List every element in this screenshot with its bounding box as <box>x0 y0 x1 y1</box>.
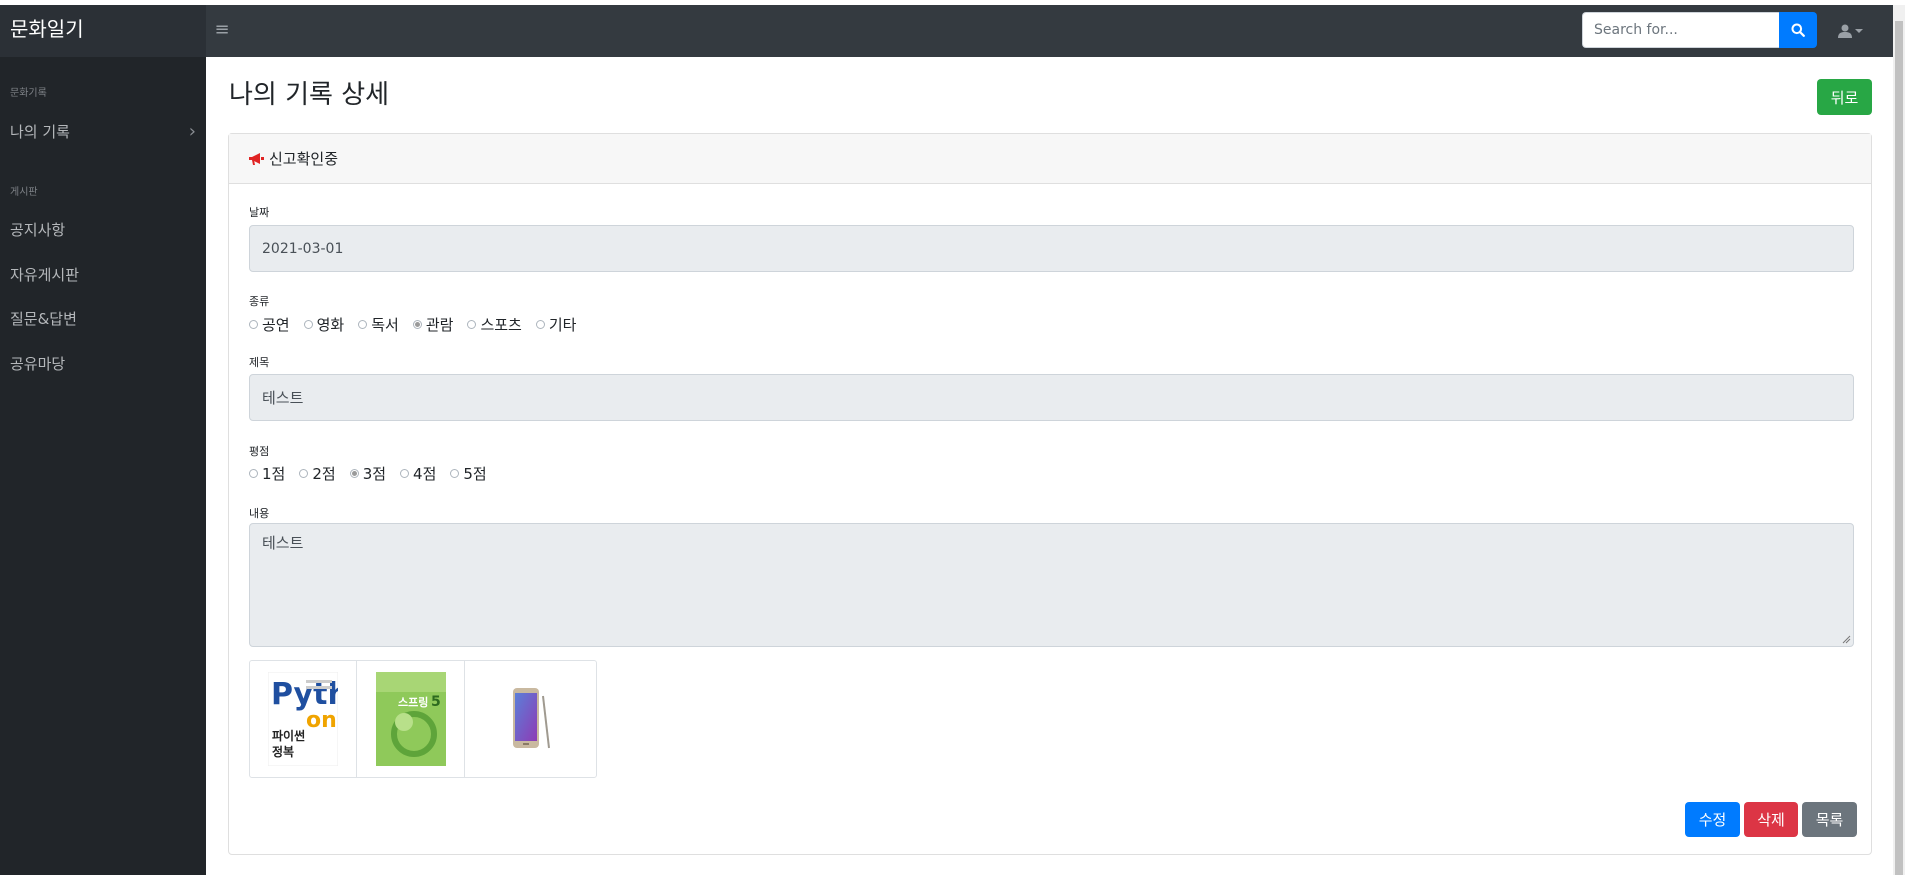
thumbnail-smartphone[interactable] <box>465 661 596 777</box>
title-label: 제목 <box>249 356 270 369</box>
top-navbar: 문화일기 ≡ <box>0 5 1893 57</box>
radio-label: 3점 <box>362 465 387 483</box>
sidebar-item-my-records[interactable]: 나의 기록 › <box>10 121 196 142</box>
sidebar-item-label: 자유게시판 <box>10 266 80 284</box>
radio-label: 스포츠 <box>480 316 522 334</box>
menu-toggle-icon[interactable]: ≡ <box>210 18 234 42</box>
svg-text:파이썬: 파이썬 <box>272 728 305 743</box>
content-label: 내용 <box>249 507 270 520</box>
radio-button[interactable] <box>535 320 545 329</box>
category-radio-movie[interactable]: 영화 <box>303 314 345 335</box>
resize-grip-icon[interactable] <box>1842 635 1851 644</box>
back-button[interactable]: 뒤로 <box>1817 79 1872 115</box>
radio-button[interactable] <box>358 320 368 329</box>
radio-label: 관람 <box>425 316 454 334</box>
search-icon <box>1791 23 1805 37</box>
radio-label: 영화 <box>316 316 345 334</box>
category-radio-performance[interactable]: 공연 <box>249 314 290 335</box>
delete-button[interactable]: 삭제 <box>1744 802 1798 837</box>
search-button[interactable] <box>1779 12 1817 48</box>
caret-down-icon <box>1855 29 1863 33</box>
sidebar-item-label: 공유마당 <box>10 355 66 373</box>
title-field[interactable]: 테스트 <box>249 374 1854 421</box>
radio-label: 공연 <box>262 316 290 334</box>
rating-radio-1[interactable]: 1점 <box>249 463 285 484</box>
thumbnail-python-book[interactable]: Pyth on 파이썬 정복 <box>250 661 358 777</box>
radio-button-checked[interactable] <box>412 320 422 329</box>
search-form <box>1582 12 1817 48</box>
category-radio-etc[interactable]: 기타 <box>535 314 577 335</box>
image-thumbnails: Pyth on 파이썬 정복 스프링 5 <box>249 660 597 778</box>
radio-button-checked[interactable] <box>349 469 359 478</box>
radio-button[interactable] <box>299 469 309 478</box>
chevron-right-icon: › <box>188 121 196 142</box>
search-input[interactable] <box>1582 12 1779 48</box>
svg-text:스프링: 스프링 <box>398 696 428 709</box>
rating-radio-5[interactable]: 5점 <box>450 463 487 484</box>
smartphone-image <box>513 688 551 749</box>
radio-label: 기타 <box>548 316 577 334</box>
sidebar-item-label: 공지사항 <box>10 221 66 239</box>
radio-button[interactable] <box>450 469 460 478</box>
sidebar-item-share[interactable]: 공유마당 <box>10 353 196 374</box>
python-book-cover: Pyth on 파이썬 정복 <box>268 672 339 766</box>
date-field[interactable]: 2021-03-01 <box>249 225 1854 272</box>
thumbnail-spring-book[interactable]: 스프링 5 <box>357 661 465 777</box>
status-text: 신고확인중 <box>269 150 339 168</box>
user-icon <box>1838 24 1852 38</box>
sidebar-item-qna[interactable]: 질문&답변 <box>10 308 196 329</box>
sidebar-item-label: 질문&답변 <box>10 310 77 328</box>
main-content: 나의 기록 상세 뒤로 신고확인중 날짜 2021-03-01 종류 공연 영화… <box>206 57 1893 875</box>
list-button[interactable]: 목록 <box>1802 802 1857 837</box>
category-label: 종류 <box>249 295 270 308</box>
radio-button[interactable] <box>249 469 258 478</box>
svg-text:5: 5 <box>431 694 441 710</box>
sidebar-heading-records: 문화기록 <box>10 88 47 99</box>
date-label: 날짜 <box>249 206 270 219</box>
radio-button[interactable] <box>467 320 477 329</box>
sidebar-item-free-board[interactable]: 자유게시판 <box>10 264 196 285</box>
scrollbar-thumb[interactable] <box>1895 21 1903 875</box>
content-textarea[interactable]: 테스트 <box>249 523 1854 647</box>
edit-button[interactable]: 수정 <box>1685 802 1740 837</box>
category-radio-reading[interactable]: 독서 <box>358 314 399 335</box>
category-radio-sports[interactable]: 스포츠 <box>467 314 522 335</box>
sidebar-item-notice[interactable]: 공지사항 <box>10 219 196 240</box>
radio-label: 독서 <box>371 316 399 334</box>
radio-button[interactable] <box>400 469 410 478</box>
page-title: 나의 기록 상세 <box>229 80 390 110</box>
radio-label: 2점 <box>312 465 336 483</box>
rating-radio-2[interactable]: 2점 <box>299 463 336 484</box>
sidebar-heading-board: 게시판 <box>10 187 38 198</box>
record-detail-card: 신고확인중 날짜 2021-03-01 종류 공연 영화 독서 관람 스포츠 기… <box>228 133 1872 855</box>
user-menu[interactable] <box>1838 19 1874 43</box>
radio-button[interactable] <box>303 320 313 329</box>
svg-text:on: on <box>306 708 337 733</box>
radio-label: 5점 <box>463 465 487 483</box>
sidebar: 문화기록 나의 기록 › 게시판 공지사항 자유게시판 질문&답변 공유마당 <box>0 57 206 875</box>
radio-label: 4점 <box>413 465 437 483</box>
sidebar-item-label: 나의 기록 <box>10 123 70 141</box>
card-header: 신고확인중 <box>229 134 1871 184</box>
rating-radio-3[interactable]: 3점 <box>349 463 387 484</box>
megaphone-icon <box>248 152 265 166</box>
spring-book-cover: 스프링 5 <box>375 672 446 766</box>
brand-logo[interactable]: 문화일기 <box>0 5 206 57</box>
rating-radio-4[interactable]: 4점 <box>400 463 436 484</box>
rating-radio-group: 1점 2점 3점 4점 5점 <box>249 463 501 484</box>
radio-label: 1점 <box>262 465 286 483</box>
category-radio-viewing[interactable]: 관람 <box>412 314 454 335</box>
rating-label: 평점 <box>249 445 270 458</box>
content-text: 테스트 <box>262 534 304 552</box>
svg-text:정복: 정복 <box>272 744 294 759</box>
radio-button[interactable] <box>249 320 258 329</box>
category-radio-group: 공연 영화 독서 관람 스포츠 기타 <box>249 314 590 335</box>
vertical-scrollbar[interactable] <box>1893 5 1905 875</box>
